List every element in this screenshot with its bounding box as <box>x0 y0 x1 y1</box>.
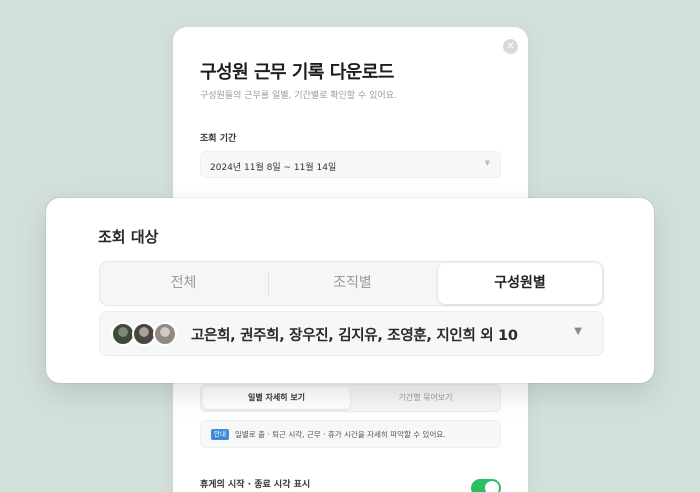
break-time-toggle-label: 휴게의 시작 · 종료 시각 표시 <box>200 480 311 490</box>
tab-all[interactable]: 전체 <box>101 263 266 304</box>
tab-by-member[interactable]: 구성원별 <box>438 263 602 304</box>
break-time-toggle[interactable] <box>471 479 501 492</box>
selected-members-text: 고은희, 권주희, 장우진, 김지유, 조영훈, 지인희 외 10 <box>191 328 518 344</box>
avatar <box>153 322 177 346</box>
chevron-down-icon: ▼ <box>574 326 582 337</box>
notice-text: 일별로 출 · 퇴근 시각, 근무 · 휴가 시간을 자세히 파악할 수 있어요… <box>235 430 446 439</box>
modal-title: 구성원 근무 기록 다운로드 <box>200 62 394 83</box>
tab-period-group[interactable]: 기간별 묶어보기 <box>352 387 499 409</box>
segment-divider <box>268 272 269 296</box>
target-card-title: 조회 대상 <box>98 228 159 246</box>
notice-badge: 안내 <box>211 429 229 440</box>
modal-subtitle: 구성원들의 근무를 일별, 기간별로 확인할 수 있어요. <box>200 91 397 101</box>
target-segmented-control: 전체 조직별 구성원별 <box>99 261 604 306</box>
period-label: 조회 기간 <box>200 134 237 144</box>
member-select[interactable]: 고은희, 권주희, 장우진, 김지유, 조영훈, 지인희 외 10 ▼ <box>99 311 604 356</box>
tab-by-organization[interactable]: 조직별 <box>270 263 435 304</box>
period-value: 2024년 11월 8일 ~ 11월 14일 <box>210 163 337 173</box>
view-mode-segmented-control: 일별 자세히 보기 기간별 묶어보기 <box>200 384 501 412</box>
period-select[interactable]: 2024년 11월 8일 ~ 11월 14일 ▼ <box>200 151 501 178</box>
tab-daily-detail[interactable]: 일별 자세히 보기 <box>203 387 350 409</box>
toggle-knob <box>485 481 499 492</box>
chevron-down-icon: ▼ <box>484 159 490 167</box>
member-avatars <box>111 322 181 346</box>
notice-box: 안내 일별로 출 · 퇴근 시각, 근무 · 휴가 시간을 자세히 파악할 수 … <box>200 420 501 448</box>
close-icon[interactable]: ✕ <box>503 39 518 54</box>
